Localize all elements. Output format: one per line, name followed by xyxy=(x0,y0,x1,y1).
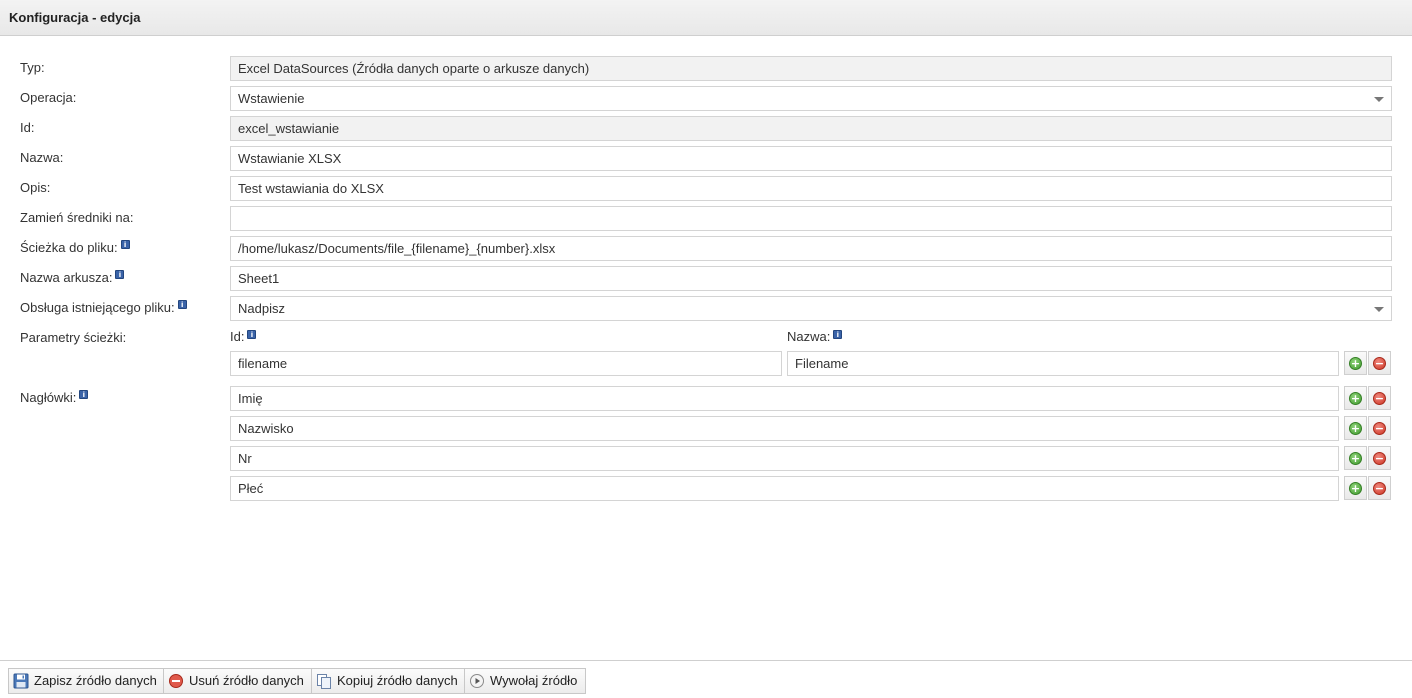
operacja-label: Operacja: xyxy=(20,90,77,105)
invoke-datasource-button[interactable]: Wywołaj źródło xyxy=(464,668,587,694)
floppy-disk-icon xyxy=(13,673,29,689)
param-nazwa-input[interactable]: Filename xyxy=(787,351,1339,376)
remove-icon: − xyxy=(1373,357,1386,370)
add-header-button[interactable]: + xyxy=(1344,386,1367,410)
naglowek-input[interactable]: Nazwisko xyxy=(230,416,1339,441)
sciezka-label: Ścieżka do pliku: xyxy=(20,240,118,255)
param-id-input[interactable]: filename xyxy=(230,351,782,376)
param-nazwa-label-row: Nazwa: i xyxy=(787,328,843,346)
info-icon[interactable]: i xyxy=(247,330,257,339)
param-id-label: Id: xyxy=(230,329,245,344)
typ-field: Excel DataSources (Źródła danych oparte … xyxy=(230,56,1392,81)
add-header-button[interactable]: + xyxy=(1344,446,1367,470)
remove-icon: − xyxy=(1373,482,1386,495)
remove-param-button[interactable]: − xyxy=(1368,351,1391,375)
add-icon: + xyxy=(1349,482,1362,495)
remove-icon: − xyxy=(1373,392,1386,405)
naglowki-label-row: Nagłówki: i xyxy=(20,386,89,410)
remove-icon: − xyxy=(1373,452,1386,465)
add-param-button[interactable]: + xyxy=(1344,351,1367,375)
delete-datasource-button[interactable]: Usuń źródło danych xyxy=(163,668,313,694)
operacja-select[interactable]: Wstawienie xyxy=(230,86,1392,111)
typ-label: Typ: xyxy=(20,60,45,75)
sciezka-input[interactable]: /home/lukasz/Documents/file_{filename}_{… xyxy=(230,236,1392,261)
copy-datasource-button[interactable]: Kopiuj źródło danych xyxy=(311,668,467,694)
add-header-button[interactable]: + xyxy=(1344,476,1367,500)
param-id-label-row: Id: i xyxy=(230,328,257,346)
add-icon: + xyxy=(1349,452,1362,465)
info-icon[interactable]: i xyxy=(177,300,187,309)
add-icon: + xyxy=(1349,357,1362,370)
naglowek-input[interactable]: Płeć xyxy=(230,476,1339,501)
add-header-button[interactable]: + xyxy=(1344,416,1367,440)
sciezka-label-row: Ścieżka do pliku: i xyxy=(20,236,130,260)
arkusz-label: Nazwa arkusza: xyxy=(20,270,113,285)
remove-header-button[interactable]: − xyxy=(1368,386,1391,410)
param-nazwa-label: Nazwa: xyxy=(787,329,831,344)
page-title: Konfiguracja - edycja xyxy=(9,10,141,25)
play-icon xyxy=(470,674,484,688)
info-icon[interactable]: i xyxy=(120,240,130,249)
naglowki-label: Nagłówki: xyxy=(20,390,77,405)
footer-toolbar: Zapisz źródło danych Usuń źródło danych … xyxy=(0,660,1412,698)
remove-header-button[interactable]: − xyxy=(1368,416,1391,440)
naglowek-input[interactable]: Imię xyxy=(230,386,1339,411)
remove-icon: − xyxy=(1373,422,1386,435)
chevron-down-icon xyxy=(1374,307,1384,312)
id-field: excel_wstawianie xyxy=(230,116,1392,141)
opis-label: Opis: xyxy=(20,180,51,195)
info-icon[interactable]: i xyxy=(79,390,89,399)
remove-header-button[interactable]: − xyxy=(1368,446,1391,470)
nazwa-label: Nazwa: xyxy=(20,150,64,165)
zamien-label: Zamień średniki na: xyxy=(20,210,134,225)
obsluga-label-row: Obsługa istniejącego pliku: i xyxy=(20,296,187,320)
save-datasource-label: Zapisz źródło danych xyxy=(34,673,157,688)
copy-icon xyxy=(317,674,331,689)
delete-icon xyxy=(169,674,183,688)
arkusz-label-row: Nazwa arkusza: i xyxy=(20,266,125,290)
info-icon[interactable]: i xyxy=(115,270,125,279)
obsluga-value: Nadpisz xyxy=(238,301,285,316)
remove-header-button[interactable]: − xyxy=(1368,476,1391,500)
chevron-down-icon xyxy=(1374,97,1384,102)
obsluga-select[interactable]: Nadpisz xyxy=(230,296,1392,321)
copy-datasource-label: Kopiuj źródło danych xyxy=(337,673,458,688)
obsluga-label: Obsługa istniejącego pliku: xyxy=(20,300,175,315)
opis-input[interactable]: Test wstawiania do XLSX xyxy=(230,176,1392,201)
parametry-label: Parametry ścieżki: xyxy=(20,330,127,345)
arkusz-input[interactable]: Sheet1 xyxy=(230,266,1392,291)
operacja-value: Wstawienie xyxy=(238,91,305,106)
save-datasource-button[interactable]: Zapisz źródło danych xyxy=(8,668,166,694)
add-icon: + xyxy=(1349,422,1362,435)
info-icon[interactable]: i xyxy=(833,330,843,339)
nazwa-input[interactable]: Wstawianie XLSX xyxy=(230,146,1392,171)
zamien-input[interactable] xyxy=(230,206,1392,231)
invoke-datasource-label: Wywołaj źródło xyxy=(490,673,578,688)
panel-header: Konfiguracja - edycja xyxy=(0,0,1412,36)
naglowek-input[interactable]: Nr xyxy=(230,446,1339,471)
add-icon: + xyxy=(1349,392,1362,405)
delete-datasource-label: Usuń źródło danych xyxy=(189,673,304,688)
id-label: Id: xyxy=(20,120,35,135)
